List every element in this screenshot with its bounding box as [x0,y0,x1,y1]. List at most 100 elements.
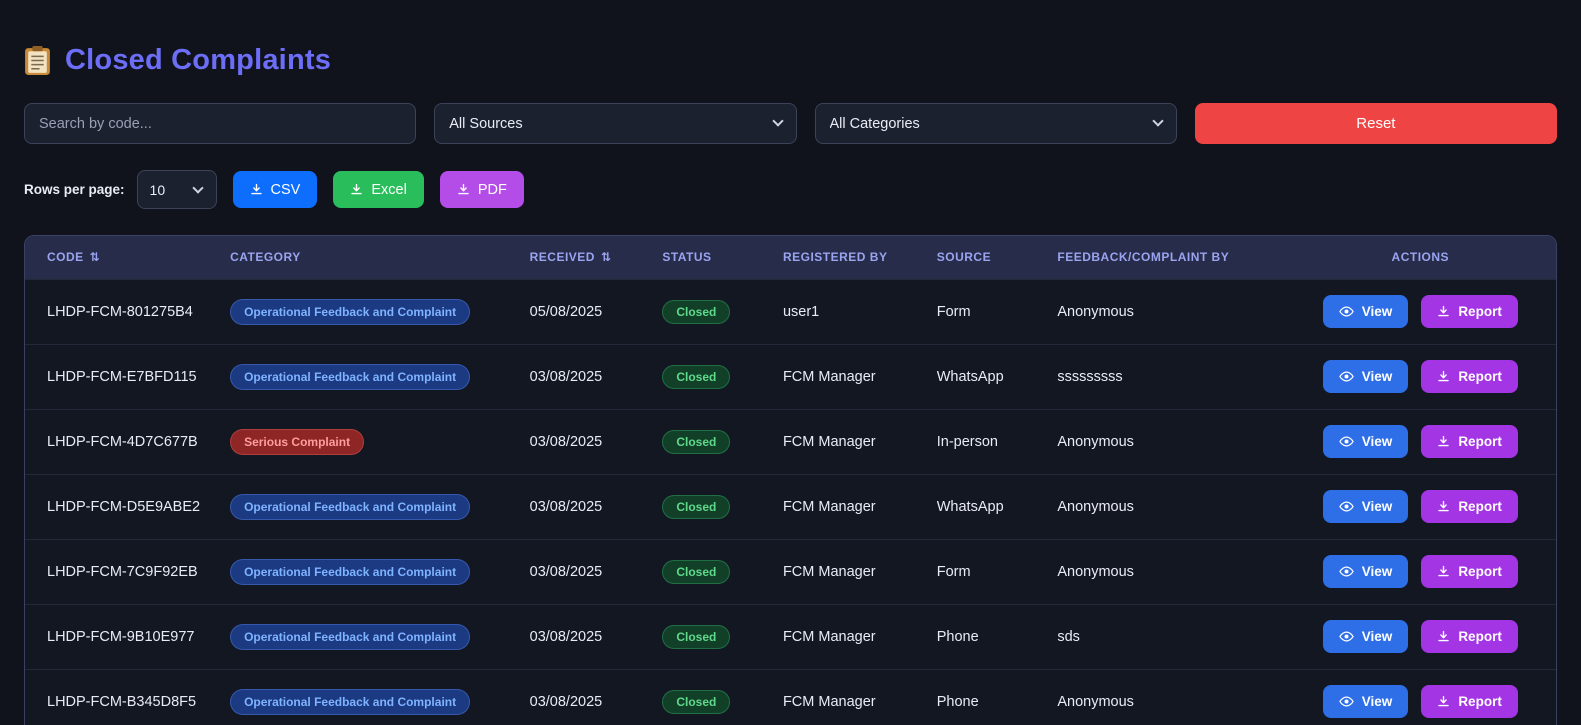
export-csv-button[interactable]: CSV [233,171,318,208]
status-badge: Closed [662,625,730,649]
header-received[interactable]: RECEIVED⇅ [530,236,663,279]
report-button[interactable]: Report [1421,360,1518,393]
report-button[interactable]: Report [1421,555,1518,588]
download-icon [1437,500,1450,513]
reset-button[interactable]: Reset [1195,103,1557,144]
eye-icon [1339,369,1354,384]
report-button[interactable]: Report [1421,620,1518,653]
clipboard-icon [24,45,51,76]
cell-registered-by: FCM Manager [783,409,937,474]
sort-icon[interactable]: ⇅ [90,250,101,264]
report-button[interactable]: Report [1421,685,1518,718]
categories-select[interactable]: All Categories [815,103,1177,144]
cell-feedback-by: Anonymous [1057,474,1296,539]
table-header-row: CODE⇅ CATEGORY RECEIVED⇅ STATUS REGISTER… [25,236,1556,279]
cell-status: Closed [662,344,783,409]
cell-source: Form [937,279,1058,344]
eye-icon [1339,694,1354,709]
cell-status: Closed [662,279,783,344]
cell-actions: View Report [1297,539,1556,604]
cell-feedback-by: Anonymous [1057,669,1296,725]
download-icon [1437,565,1450,578]
report-button[interactable]: Report [1421,490,1518,523]
view-button[interactable]: View [1323,685,1409,718]
cell-code: LHDP-FCM-4D7C677B [25,409,230,474]
report-button[interactable]: Report [1421,295,1518,328]
export-pdf-button[interactable]: PDF [440,171,524,208]
cell-code: LHDP-FCM-801275B4 [25,279,230,344]
search-input[interactable] [24,103,416,144]
table-row: LHDP-FCM-7C9F92EB Operational Feedback a… [25,539,1556,604]
view-button[interactable]: View [1323,620,1409,653]
view-button-label: View [1362,694,1393,709]
cell-source: Form [937,539,1058,604]
view-button-label: View [1362,564,1393,579]
cell-actions: View Report [1297,409,1556,474]
cell-actions: View Report [1297,474,1556,539]
cell-source: WhatsApp [937,474,1058,539]
sources-select[interactable]: All Sources [434,103,796,144]
header-registered-by: REGISTERED BY [783,236,937,279]
status-badge: Closed [662,495,730,519]
cell-code: LHDP-FCM-7C9F92EB [25,539,230,604]
categories-select-wrap: All Categories [815,103,1177,144]
category-badge: Serious Complaint [230,429,364,455]
view-button[interactable]: View [1323,490,1409,523]
cell-status: Closed [662,669,783,725]
cell-category: Operational Feedback and Complaint [230,344,530,409]
rows-per-page-select[interactable]: 10 [137,170,217,209]
download-icon [1437,370,1450,383]
view-button-label: View [1362,499,1393,514]
table-row: LHDP-FCM-B345D8F5 Operational Feedback a… [25,669,1556,725]
download-icon [1437,630,1450,643]
cell-code: LHDP-FCM-9B10E977 [25,604,230,669]
cell-received: 03/08/2025 [530,669,663,725]
actions-group: View Report [1297,360,1544,393]
view-button[interactable]: View [1323,425,1409,458]
report-button[interactable]: Report [1421,425,1518,458]
cell-feedback-by: sds [1057,604,1296,669]
cell-feedback-by: Anonymous [1057,539,1296,604]
actions-group: View Report [1297,490,1544,523]
header-status: STATUS [662,236,783,279]
report-button-label: Report [1458,629,1502,644]
cell-registered-by: FCM Manager [783,344,937,409]
cell-received: 03/08/2025 [530,344,663,409]
actions-group: View Report [1297,555,1544,588]
view-button[interactable]: View [1323,360,1409,393]
sources-select-wrap: All Sources [434,103,796,144]
header-code[interactable]: CODE⇅ [25,236,230,279]
cell-registered-by: FCM Manager [783,539,937,604]
cell-actions: View Report [1297,344,1556,409]
cell-actions: View Report [1297,669,1556,725]
category-badge: Operational Feedback and Complaint [230,494,470,520]
cell-actions: View Report [1297,279,1556,344]
cell-received: 05/08/2025 [530,279,663,344]
cell-received: 03/08/2025 [530,474,663,539]
toolbar: Rows per page: 10 CSV Excel PDF [24,170,1557,209]
view-button-label: View [1362,369,1393,384]
filters-bar: All Sources All Categories Reset [24,103,1557,144]
view-button-label: View [1362,304,1393,319]
view-button[interactable]: View [1323,555,1409,588]
cell-feedback-by: Anonymous [1057,279,1296,344]
actions-group: View Report [1297,295,1544,328]
status-badge: Closed [662,690,730,714]
category-badge: Operational Feedback and Complaint [230,689,470,715]
cell-status: Closed [662,539,783,604]
header-category: CATEGORY [230,236,530,279]
cell-actions: View Report [1297,604,1556,669]
eye-icon [1339,499,1354,514]
view-button[interactable]: View [1323,295,1409,328]
sort-icon[interactable]: ⇅ [601,250,612,264]
header-feedback-by: FEEDBACK/COMPLAINT BY [1057,236,1296,279]
cell-received: 03/08/2025 [530,604,663,669]
export-excel-label: Excel [371,182,406,198]
status-badge: Closed [662,560,730,584]
cell-source: WhatsApp [937,344,1058,409]
cell-category: Operational Feedback and Complaint [230,474,530,539]
export-csv-label: CSV [271,182,301,198]
download-icon [350,183,363,196]
export-excel-button[interactable]: Excel [333,171,423,208]
report-button-label: Report [1458,564,1502,579]
